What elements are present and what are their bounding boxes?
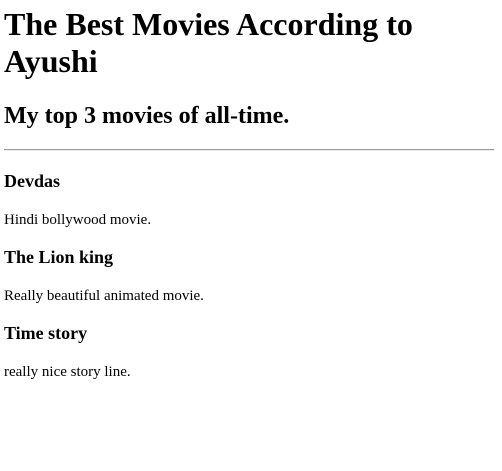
movie-description: really nice story line. [4,364,131,380]
page-title: The Best Movies According to Ayushi [4,6,413,79]
movie-title: The Lion king [4,247,114,267]
divider [4,149,494,151]
movie-item: Devdas Hindi bollywood movie. [4,171,494,229]
movie-item: The Lion king Really beautiful animated … [4,247,494,305]
movie-list: Devdas Hindi bollywood movie. The Lion k… [4,171,494,381]
movie-description: Really beautiful animated movie. [4,288,204,304]
page-subtitle: My top 3 movies of all-time. [4,103,290,129]
movie-title: Time story [4,323,88,343]
movie-title: Devdas [4,171,61,191]
movie-description: Hindi bollywood movie. [4,212,152,228]
movie-item: Time story really nice story line. [4,323,494,381]
